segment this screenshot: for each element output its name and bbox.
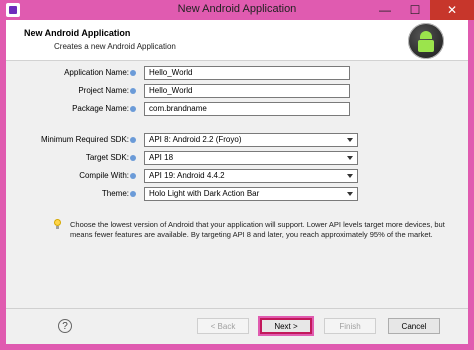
title-bar: New Android Application — ☐ ✕ bbox=[0, 0, 474, 20]
chevron-down-icon bbox=[346, 189, 354, 199]
target-sdk-label: Target SDK: bbox=[86, 151, 136, 165]
cancel-button[interactable]: Cancel bbox=[388, 318, 440, 334]
min-sdk-label: Minimum Required SDK: bbox=[41, 133, 136, 147]
target-sdk-row: Target SDK: API 18 bbox=[6, 151, 468, 165]
application-name-input[interactable]: Hello_World bbox=[144, 66, 350, 80]
target-sdk-select[interactable]: API 18 bbox=[144, 151, 358, 165]
project-name-input[interactable]: Hello_World bbox=[144, 84, 350, 98]
hint-text: Choose the lowest version of Android tha… bbox=[70, 220, 445, 239]
application-name-row: Application Name: Hello_World bbox=[6, 66, 468, 80]
theme-label: Theme: bbox=[102, 187, 136, 201]
android-logo-icon bbox=[408, 23, 444, 59]
target-sdk-label-text: Target SDK: bbox=[85, 153, 129, 162]
min-sdk-select[interactable]: API 8: Android 2.2 (Froyo) bbox=[144, 133, 358, 147]
maximize-button[interactable]: ☐ bbox=[400, 0, 430, 20]
project-name-label-text: Project Name: bbox=[78, 86, 129, 95]
wizard-client-area: New Android Application Creates a new An… bbox=[6, 20, 468, 344]
theme-label-text: Theme: bbox=[101, 189, 129, 198]
compile-with-value: API 19: Android 4.4.2 bbox=[149, 171, 225, 180]
package-name-label: Package Name: bbox=[72, 102, 136, 116]
android-head-shape bbox=[420, 31, 432, 39]
info-icon bbox=[130, 105, 136, 112]
theme-row: Theme: Holo Light with Dark Action Bar bbox=[6, 187, 468, 201]
chevron-down-icon bbox=[346, 171, 354, 181]
min-sdk-row: Minimum Required SDK: API 8: Android 2.2… bbox=[6, 133, 468, 147]
close-button[interactable]: ✕ bbox=[430, 0, 474, 20]
application-name-label-text: Application Name: bbox=[64, 68, 129, 77]
wizard-header: New Android Application Creates a new An… bbox=[6, 20, 468, 61]
info-icon bbox=[130, 154, 136, 161]
wizard-subtitle: Creates a new Android Application bbox=[54, 42, 176, 51]
next-button[interactable]: Next > bbox=[260, 318, 312, 334]
info-icon bbox=[130, 172, 136, 179]
theme-value: Holo Light with Dark Action Bar bbox=[149, 189, 260, 198]
info-icon bbox=[130, 69, 136, 76]
package-name-row: Package Name: com.brandname bbox=[6, 102, 468, 116]
wizard-title: New Android Application bbox=[24, 28, 131, 38]
minimize-button[interactable]: — bbox=[370, 0, 400, 20]
back-button[interactable]: < Back bbox=[197, 318, 249, 334]
min-sdk-value: API 8: Android 2.2 (Froyo) bbox=[149, 135, 242, 144]
compile-with-label: Compile With: bbox=[79, 169, 136, 183]
min-sdk-label-text: Minimum Required SDK: bbox=[40, 135, 129, 144]
help-icon[interactable]: ? bbox=[58, 319, 72, 333]
lightbulb-icon bbox=[54, 219, 61, 229]
package-name-input[interactable]: com.brandname bbox=[144, 102, 350, 116]
chevron-down-icon bbox=[346, 153, 354, 163]
project-name-row: Project Name: Hello_World bbox=[6, 84, 468, 98]
compile-with-select[interactable]: API 19: Android 4.4.2 bbox=[144, 169, 358, 183]
finish-button[interactable]: Finish bbox=[324, 318, 376, 334]
footer-separator bbox=[6, 308, 468, 309]
project-name-label: Project Name: bbox=[78, 84, 136, 98]
compile-with-label-text: Compile With: bbox=[79, 171, 129, 180]
application-name-label: Application Name: bbox=[64, 66, 136, 80]
android-body-shape bbox=[418, 40, 434, 52]
compile-with-row: Compile With: API 19: Android 4.4.2 bbox=[6, 169, 468, 183]
info-icon bbox=[130, 136, 136, 143]
info-icon bbox=[130, 87, 136, 94]
info-icon bbox=[130, 190, 136, 197]
theme-select[interactable]: Holo Light with Dark Action Bar bbox=[144, 187, 358, 201]
new-android-application-window: New Android Application — ☐ ✕ New Androi… bbox=[0, 0, 474, 350]
package-name-label-text: Package Name: bbox=[72, 104, 129, 113]
chevron-down-icon bbox=[346, 135, 354, 145]
target-sdk-value: API 18 bbox=[149, 153, 174, 162]
